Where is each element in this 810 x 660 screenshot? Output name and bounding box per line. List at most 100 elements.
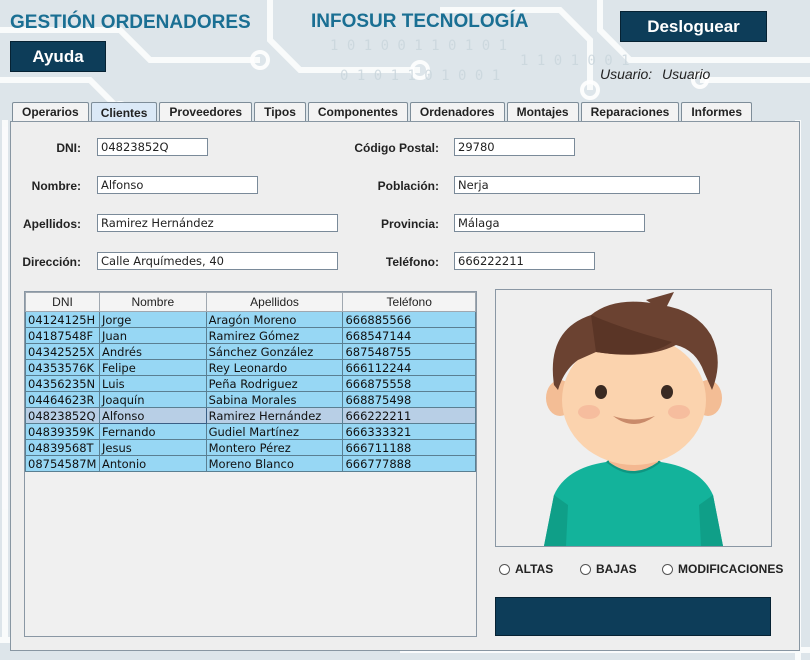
radio-modificaciones[interactable]: MODIFICACIONES <box>662 562 783 576</box>
tab-componentes[interactable]: Componentes <box>307 102 408 121</box>
table-row[interactable]: 04839568T Jesus Montero Pérez 666711188 <box>25 439 476 456</box>
radio-bajas[interactable]: BAJAS <box>580 562 637 576</box>
table-cell[interactable]: Ramirez Gómez <box>205 327 344 344</box>
table-cell[interactable]: Fernando <box>98 423 207 440</box>
table-cell[interactable]: Aragón Moreno <box>205 311 344 328</box>
table-cell[interactable]: Andrés <box>98 343 207 360</box>
apellidos-label: Apellidos: <box>22 217 81 231</box>
dni-label: DNI: <box>56 141 81 155</box>
user-info: Usuario: Usuario <box>600 66 716 82</box>
table-row[interactable]: 04187548F Juan Ramirez Gómez 668547144 <box>25 327 476 344</box>
table-cell[interactable]: 666777888 <box>342 455 476 472</box>
table-row[interactable]: 04839359K Fernando Gudiel Martínez 66633332… <box>25 423 476 440</box>
table-cell[interactable]: Moreno Blanco <box>205 455 344 472</box>
telefono-field[interactable] <box>454 252 595 270</box>
direccion-label: Dirección: <box>22 255 81 269</box>
action-button[interactable] <box>495 597 771 636</box>
table-row[interactable]: 04356235N Luis Peña Rodriguez 666875558 <box>25 375 476 392</box>
table-cell[interactable]: 666333321 <box>342 423 476 440</box>
table-row[interactable]: 04464623R Joaquín Sabina Morales 668875498 <box>25 391 476 408</box>
table-cell[interactable]: 666222211 <box>342 407 476 424</box>
table-cell[interactable]: Gudiel Martínez <box>205 423 344 440</box>
logout-button[interactable]: Desloguear <box>620 11 767 42</box>
tab-proveedores[interactable]: Proveedores <box>159 102 253 121</box>
table-cell[interactable]: Jorge <box>98 311 207 328</box>
client-photo <box>495 289 772 547</box>
table-cell[interactable]: Sánchez González <box>205 343 344 360</box>
radio-bajas-label: BAJAS <box>596 562 637 576</box>
poblacion-label: Población: <box>377 179 439 193</box>
table-cell[interactable]: 04356235N <box>25 375 100 392</box>
table-cell[interactable]: 668875498 <box>342 391 476 408</box>
radio-modificaciones-label: MODIFICACIONES <box>678 562 784 576</box>
table-cell[interactable]: 04823852Q <box>25 407 100 424</box>
radio-modificaciones-circle[interactable] <box>662 563 673 575</box>
table-row[interactable]: 04823852Q Alfonso Ramirez Hernández 6662222… <box>25 407 476 424</box>
tab-reparaciones[interactable]: Reparaciones <box>580 102 680 121</box>
nombre-label: Nombre: <box>31 179 81 193</box>
tab-clientes[interactable]: Clientes <box>90 102 158 122</box>
radio-altas-circle[interactable] <box>499 563 510 575</box>
tab-montajes[interactable]: Montajes <box>506 102 579 121</box>
table-row[interactable]: 04342525X Andrés Sánchez González 687548755 <box>25 343 476 360</box>
table-cell[interactable]: Peña Rodriguez <box>205 375 344 392</box>
provincia-label: Provincia: <box>380 217 439 231</box>
table-cell[interactable]: Luis <box>98 375 207 392</box>
table-row[interactable]: 04353576K Felipe Rey Leonardo 666112244 <box>25 359 476 376</box>
boy-avatar-icon <box>544 292 723 546</box>
table-cell[interactable]: Joaquín <box>98 391 207 408</box>
provincia-field[interactable] <box>454 214 645 232</box>
table-cell[interactable]: 08754587M <box>25 455 100 472</box>
table-cell[interactable]: 04342525X <box>25 343 100 360</box>
table-cell[interactable]: 666875558 <box>342 375 476 392</box>
table-cell[interactable]: 04839359K <box>25 423 100 440</box>
clients-table[interactable]: DNI Nombre Apellidos Teléfono 04124125H J… <box>24 291 477 637</box>
table-cell[interactable]: Felipe <box>98 359 207 376</box>
table-cell[interactable]: 04187548F <box>25 327 100 344</box>
direccion-field[interactable] <box>97 252 338 270</box>
table-cell[interactable]: 666112244 <box>342 359 476 376</box>
table-cell[interactable]: 04839568T <box>25 439 100 456</box>
telefono-label: Teléfono: <box>385 255 439 269</box>
table-row[interactable]: 04124125H Jorge Aragón Moreno 666885566 <box>25 311 476 328</box>
tab-tipos[interactable]: Tipos <box>254 102 306 121</box>
table-cell[interactable]: 04353576K <box>25 359 100 376</box>
nombre-field[interactable] <box>97 176 258 194</box>
table-cell[interactable]: Alfonso <box>98 407 207 424</box>
column-header-nombre[interactable]: Nombre <box>98 292 207 312</box>
radio-bajas-circle[interactable] <box>580 563 591 575</box>
table-cell[interactable]: 666885566 <box>342 311 476 328</box>
help-button[interactable]: Ayuda <box>10 41 106 72</box>
table-cell[interactable]: Antonio <box>98 455 207 472</box>
radio-altas[interactable]: ALTAS <box>499 562 553 576</box>
user-label: Usuario: <box>600 66 653 82</box>
cp-field[interactable] <box>454 138 575 156</box>
table-cell[interactable]: Ramirez Hernández <box>205 407 344 424</box>
poblacion-field[interactable] <box>454 176 700 194</box>
apellidos-field[interactable] <box>97 214 338 232</box>
table-row[interactable]: 08754587M Antonio Moreno Blanco 666777888 <box>25 455 476 472</box>
svg-text:1 0 1 0 0 1 1 0 1 0 1: 1 0 1 0 0 1 1 0 1 0 1 <box>330 38 507 54</box>
tab-ordenadores[interactable]: Ordenadores <box>409 102 505 121</box>
table-cell[interactable]: Jesus <box>98 439 207 456</box>
company-name: INFOSUR TECNOLOGÍA <box>311 11 529 32</box>
table-cell[interactable]: 666711188 <box>342 439 476 456</box>
table-cell[interactable]: Rey Leonardo <box>205 359 344 376</box>
column-header-apellidos[interactable]: Apellidos <box>205 292 344 312</box>
tab-bar: Operarios Clientes Proveedores Tipos Com… <box>12 102 754 122</box>
table-cell[interactable]: 04464623R <box>25 391 100 408</box>
column-header-telefono[interactable]: Teléfono <box>342 292 476 312</box>
dni-field[interactable] <box>97 138 208 156</box>
table-cell[interactable]: Sabina Morales <box>205 391 344 408</box>
tab-informes[interactable]: Informes <box>681 102 752 121</box>
table-cell[interactable]: 668547144 <box>342 327 476 344</box>
radio-altas-label: ALTAS <box>515 562 554 576</box>
table-cell[interactable]: Juan <box>98 327 207 344</box>
cp-label: Código Postal: <box>354 141 439 155</box>
app-title: GESTIÓN ORDENADORES <box>10 12 251 33</box>
table-cell[interactable]: Montero Pérez <box>205 439 344 456</box>
table-cell[interactable]: 687548755 <box>342 343 476 360</box>
table-cell[interactable]: 04124125H <box>25 311 100 328</box>
column-header-dni[interactable]: DNI <box>25 292 100 312</box>
tab-operarios[interactable]: Operarios <box>12 102 89 121</box>
